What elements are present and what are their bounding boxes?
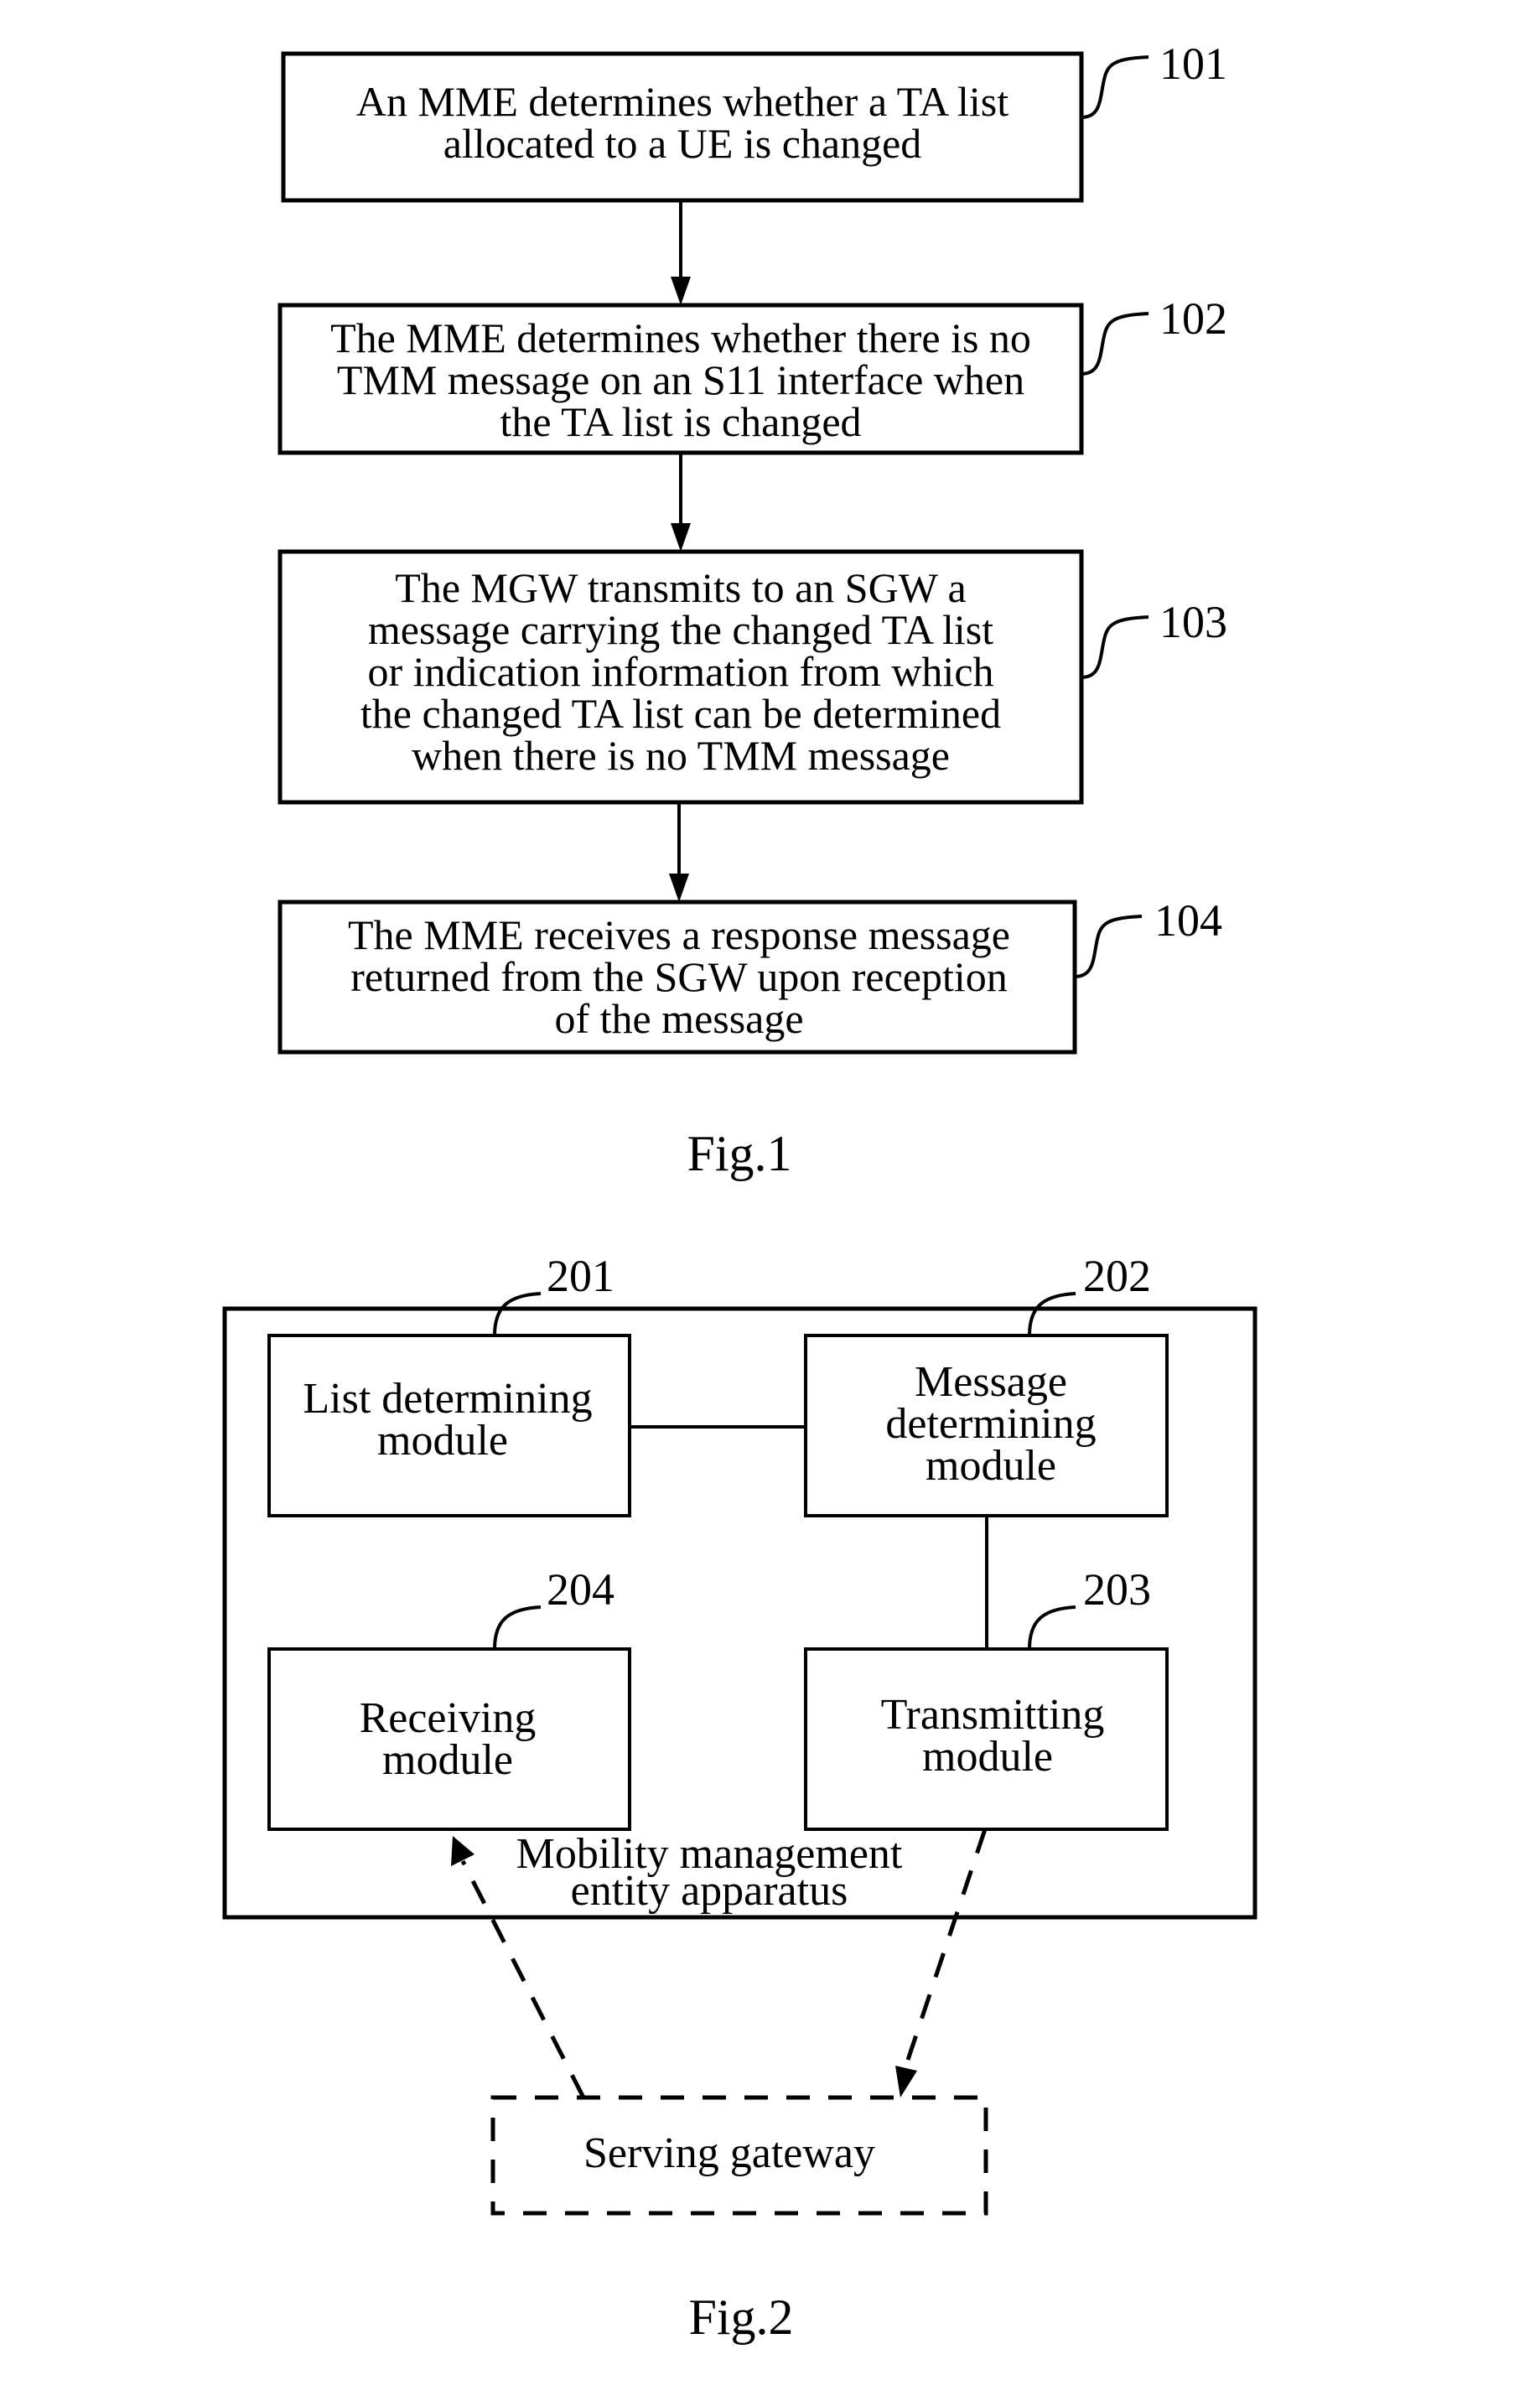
module-201-line-2: module (377, 1417, 508, 1465)
step-104-ref: 104 (1154, 895, 1222, 946)
module-204: Receiving module 204 (267, 1564, 631, 1831)
step-103-line-5: when there is no TMM message (412, 732, 950, 779)
step-103-line-1: The MGW transmits to an SGW a (395, 564, 966, 611)
module-203-line-2: module (922, 1733, 1053, 1781)
dashed-arrow-transmitting-to-sgw (903, 1828, 988, 2068)
step-104-line-2: returned from the SGW upon reception (350, 953, 1008, 1000)
step-102-leader (1081, 312, 1149, 376)
fig2-block-diagram: List determining module 201 Message dete… (222, 1251, 1257, 2345)
module-202-line-1: Message (915, 1358, 1067, 1406)
module-204-line-1: Receiving (360, 1694, 537, 1742)
step-102: The MME determines whether there is no T… (277, 293, 1227, 455)
dashed-arrow-sgw-to-receiving (460, 1859, 586, 2099)
arrowhead-103-104 (669, 874, 689, 902)
fig1-caption: Fig.1 (687, 1126, 791, 1181)
arrowhead-to-sgw (895, 2066, 917, 2098)
step-103-line-3: or indication information from which (367, 648, 993, 695)
step-101: An MME determines whether a TA list allo… (281, 39, 1227, 203)
module-202-ref: 202 (1083, 1251, 1151, 1301)
module-204-leader (493, 1605, 542, 1650)
step-104-leader (1074, 915, 1143, 978)
step-104-line-3: of the message (554, 995, 803, 1042)
module-203-line-1: Transmitting (881, 1691, 1105, 1739)
arrowhead-102-103 (671, 523, 691, 552)
module-204-line-2: module (382, 1736, 513, 1784)
module-203-leader (1028, 1605, 1076, 1650)
serving-gateway: Serving gateway (490, 2095, 988, 2216)
module-201-leader (493, 1292, 542, 1336)
module-202: Message determining module 202 (804, 1251, 1169, 1517)
step-104-line-1: The MME receives a response message (348, 911, 1010, 958)
step-102-line-1: The MME determines whether there is no (330, 314, 1031, 361)
module-202-line-3: module (926, 1442, 1056, 1490)
step-103-leader (1081, 615, 1149, 679)
step-102-line-2: TMM message on an S11 interface when (337, 356, 1024, 403)
module-201: List determining module 201 (267, 1251, 631, 1517)
module-202-leader (1028, 1292, 1076, 1336)
step-103-line-2: message carrying the changed TA list (368, 606, 993, 653)
step-101-line-1: An MME determines whether a TA list (356, 78, 1009, 125)
module-201-line-1: List determining (303, 1375, 592, 1423)
step-102-ref: 102 (1159, 293, 1227, 344)
serving-gateway-label: Serving gateway (583, 2129, 875, 2177)
step-103-line-4: the changed TA list can be determined (360, 690, 1001, 737)
step-101-ref: 101 (1159, 39, 1227, 89)
step-104: The MME receives a response message retu… (277, 895, 1222, 1055)
arrowhead-101-102 (671, 277, 691, 305)
step-101-line-2: allocated to a UE is changed (443, 120, 922, 167)
step-103: The MGW transmits to an SGW a message ca… (277, 549, 1227, 805)
module-204-ref: 204 (547, 1564, 614, 1615)
container-label-line-2: entity apparatus (571, 1867, 848, 1915)
step-102-line-3: the TA list is changed (500, 398, 861, 445)
module-201-ref: 201 (547, 1251, 614, 1301)
module-203-ref: 203 (1083, 1564, 1151, 1615)
module-202-line-2: determining (885, 1400, 1096, 1448)
step-103-ref: 103 (1159, 597, 1227, 647)
step-101-leader (1081, 55, 1149, 119)
fig1-flowchart: An MME determines whether a TA list allo… (277, 39, 1227, 1181)
fig2-caption: Fig.2 (688, 2290, 793, 2345)
patent-figures: An MME determines whether a TA list allo… (222, 39, 1257, 2345)
